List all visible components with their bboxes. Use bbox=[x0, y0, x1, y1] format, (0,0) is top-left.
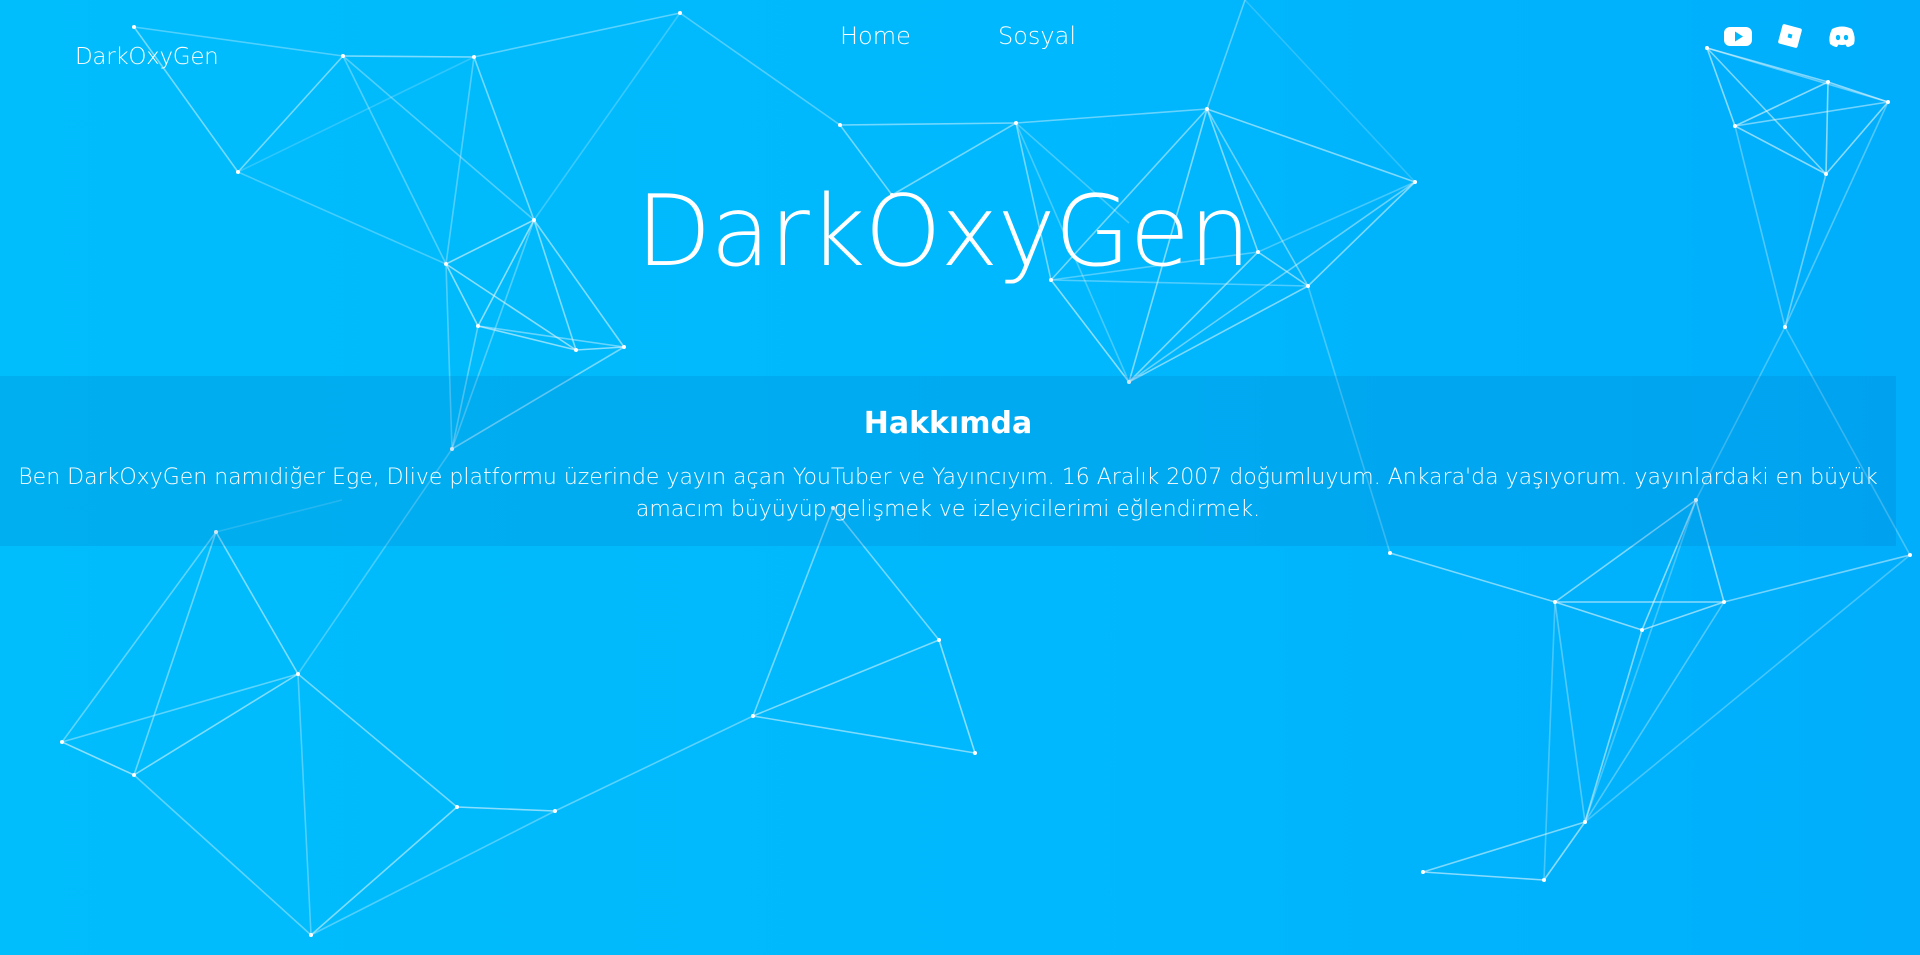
social-links bbox=[1720, 18, 1860, 54]
top-nav: Home Sosyal bbox=[0, 22, 1920, 62]
nav-link-home[interactable]: Home bbox=[840, 22, 911, 50]
roblox-icon[interactable] bbox=[1772, 18, 1808, 54]
about-text: Ben DarkOxyGen namıdiğer Ege, Dlive plat… bbox=[18, 465, 1878, 522]
youtube-icon[interactable] bbox=[1720, 18, 1756, 54]
about-section: Hakkımda Ben DarkOxyGen namıdiğer Ege, D… bbox=[0, 376, 1896, 546]
about-heading: Hakkımda bbox=[863, 406, 1033, 441]
nav-link-sosyal[interactable]: Sosyal bbox=[998, 22, 1076, 50]
discord-icon[interactable] bbox=[1824, 18, 1860, 54]
hero-title: DarkOxyGen bbox=[635, 175, 1251, 289]
